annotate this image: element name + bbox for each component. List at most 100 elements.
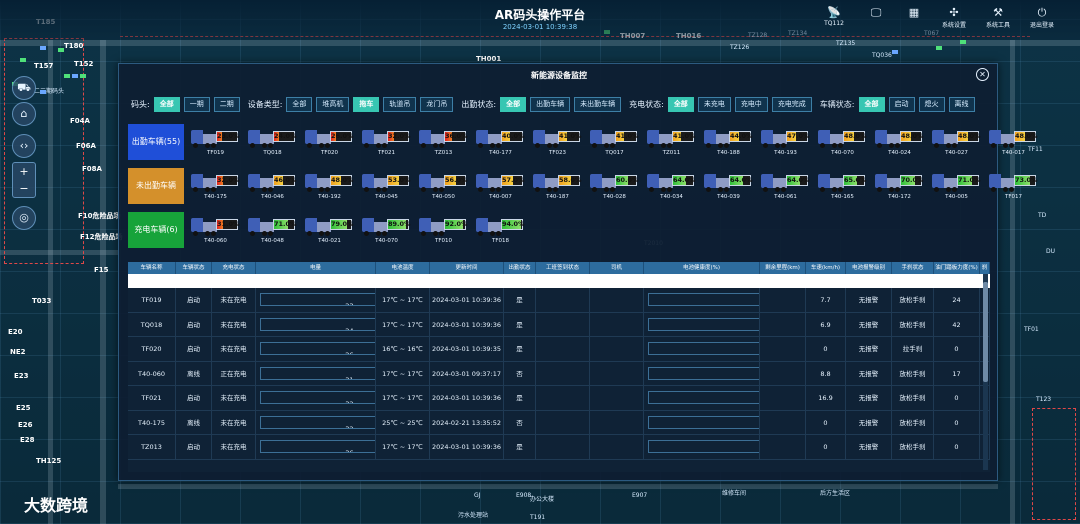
table-row[interactable]: TF021 启动 未在充电 32 17℃ ~ 17℃ 2024-03-01 10:39:3… — [128, 386, 990, 411]
filter-option-button[interactable]: 未充电 — [697, 96, 731, 112]
vehicle-group-button[interactable]: 未出勤车辆(39) — [128, 168, 184, 226]
column-header[interactable]: 车辆状态 — [176, 262, 212, 274]
vehicle-card[interactable]: 56.0% T40-050 — [419, 170, 468, 204]
vehicle-card[interactable]: 32.0% TF021 — [362, 126, 411, 160]
filter-option-button[interactable]: 全部 — [153, 96, 180, 112]
table-row[interactable]: TZ013 启动 未在充电 36 17℃ ~ 17℃ 2024-03-01 10:39:3… — [128, 435, 990, 460]
vehicle-card[interactable]: 64.0% T40-034 — [647, 170, 696, 204]
network-tool[interactable]: ✣ 系统设置 — [936, 6, 972, 29]
table-row[interactable]: T40-175 离线 未在充电 32 25℃ ~ 25℃ 2024-02-21 13:35… — [128, 410, 990, 435]
vehicle-card[interactable]: 70.0% T40-172 — [875, 170, 924, 204]
filter-option-button[interactable]: 龙门吊 — [420, 96, 454, 112]
monitor-tool[interactable]: 🖵 — [858, 6, 894, 20]
vehicle-card[interactable]: 41.0% TF023 — [533, 126, 582, 160]
column-header[interactable]: 油门踏板力度(%) — [934, 262, 980, 274]
table-scrollbar[interactable] — [983, 274, 988, 470]
column-header[interactable]: 车速(km/h) — [806, 262, 846, 274]
vehicle-card[interactable]: 79.0% T40-021 — [305, 214, 354, 248]
vehicle-card[interactable]: 24.0% TQ018 — [248, 126, 297, 160]
column-header[interactable]: 充电状态 — [212, 262, 256, 274]
column-header[interactable]: 刹 — [980, 262, 990, 274]
filter-option-button[interactable]: 全部 — [286, 96, 313, 112]
vehicle-card[interactable]: 48.0% T40-024 — [875, 126, 924, 160]
vehicle-card[interactable]: 65.0% T40-165 — [818, 170, 867, 204]
building-layer-icon[interactable]: ⌂ — [12, 102, 36, 126]
table-row[interactable]: T40-060 离线 正在充电 31 17℃ ~ 17℃ 2024-03-01 09:37… — [128, 361, 990, 386]
column-header[interactable]: 手刹状态 — [892, 262, 934, 274]
filter-option-button[interactable]: 熄火 — [918, 96, 945, 112]
vehicle-card[interactable]: 48.0% T40-027 — [932, 126, 981, 160]
column-header[interactable]: 车辆名称 — [128, 262, 176, 274]
vehicle-card[interactable]: 92.0% TF010 — [419, 214, 468, 248]
filter-option-button[interactable]: 堆高机 — [316, 96, 350, 112]
vehicle-card[interactable]: 23.0% TF019 — [191, 126, 240, 160]
vehicle-card[interactable]: 73.0% TF017 — [989, 170, 1038, 204]
filter-option-button[interactable]: 轨道吊 — [383, 96, 417, 112]
vehicle-card[interactable]: 71.0% T40-048 — [248, 214, 297, 248]
scrollbar-thumb[interactable] — [983, 282, 988, 382]
vehicle-card[interactable]: 57.0% T40-007 — [476, 170, 525, 204]
tools-tool[interactable]: ⚒ 系统工具 — [980, 6, 1016, 29]
close-icon[interactable]: ✕ — [976, 68, 989, 81]
zoom-out-button[interactable]: − — [13, 180, 35, 197]
map-vehicle-marker[interactable] — [40, 90, 46, 94]
satellite-tool[interactable]: 📡 TQ112 — [816, 6, 852, 27]
vehicle-card[interactable]: 36.0% TZ013 — [419, 126, 468, 160]
filter-option-button[interactable]: 充电完成 — [771, 96, 812, 112]
vehicle-card[interactable]: 48.0% T40-192 — [305, 170, 354, 204]
filter-option-button[interactable]: 拖车 — [353, 96, 380, 112]
vehicle-card[interactable]: 47.0% T40-193 — [761, 126, 810, 160]
column-header[interactable]: 出勤状态 — [504, 262, 536, 274]
vehicle-card[interactable]: 31.0% T40-060 — [191, 214, 240, 248]
vehicle-card[interactable]: 64.0% T40-061 — [761, 170, 810, 204]
column-header[interactable]: 电池报警级别 — [846, 262, 892, 274]
column-header[interactable]: 电池温度 — [376, 262, 430, 274]
vehicle-card[interactable]: 44.0% T40-188 — [704, 126, 753, 160]
column-header[interactable]: 剩余里程(km) — [760, 262, 806, 274]
vehicle-card[interactable]: 26.0% TF020 — [305, 126, 354, 160]
vehicle-card[interactable]: 40.0% T40-177 — [476, 126, 525, 160]
filter-option-button[interactable]: 出勤车辆 — [530, 96, 571, 112]
filter-option-button[interactable]: 充电中 — [734, 96, 768, 112]
truck-layer-icon[interactable]: ⛟ — [12, 76, 36, 100]
map-vehicle-marker[interactable] — [936, 46, 942, 50]
table-row[interactable]: TF020 启动 未在充电 26 16℃ ~ 16℃ 2024-03-01 10:39:3… — [128, 337, 990, 362]
vehicle-card[interactable]: 41.0% TQ017 — [590, 126, 639, 160]
map-vehicle-marker[interactable] — [960, 40, 966, 44]
map-vehicle-marker[interactable] — [64, 74, 70, 78]
vehicle-card[interactable]: 60.0% T40-028 — [590, 170, 639, 204]
filter-option-button[interactable]: 一期 — [183, 96, 210, 112]
table-row[interactable]: TF019 启动 未在充电 23 17℃ ~ 17℃ 2024-03-01 10:39:3… — [128, 288, 990, 313]
vehicle-card[interactable]: 71.0% T40-005 — [932, 170, 981, 204]
vehicle-card[interactable]: 58.0% T40-187 — [533, 170, 582, 204]
column-header[interactable]: 司机 — [590, 262, 644, 274]
pan-control[interactable]: ‹› — [12, 134, 36, 158]
filter-option-button[interactable]: 全部 — [500, 96, 527, 112]
vehicle-group-button[interactable]: 充电车辆(6) — [128, 212, 184, 248]
filter-option-button[interactable]: 全部 — [667, 96, 694, 112]
filter-option-button[interactable]: 启动 — [888, 96, 915, 112]
filter-option-button[interactable]: 二期 — [213, 96, 240, 112]
column-header[interactable]: 更新时间 — [430, 262, 504, 274]
vehicle-card[interactable]: 94.0% TF018 — [476, 214, 525, 248]
vehicle-card[interactable]: 41.0% TZ011 — [647, 126, 696, 160]
map-vehicle-marker[interactable] — [40, 46, 46, 50]
table-row[interactable]: TQ018 启动 未在充电 24 17℃ ~ 17℃ 2024-03-01 10:39:3… — [128, 312, 990, 337]
vehicle-card[interactable]: 46.0% T40-046 — [248, 170, 297, 204]
vehicle-group-button[interactable]: 出勤车辆(55) — [128, 124, 184, 160]
filter-option-button[interactable]: 离线 — [948, 96, 975, 112]
vehicle-card[interactable]: 48.0% T40-070 — [818, 126, 867, 160]
map-vehicle-marker[interactable] — [80, 74, 86, 78]
vehicle-card[interactable]: 48.0% T40-017 — [989, 126, 1038, 160]
vehicle-card[interactable]: 32.0% T40-175 — [191, 170, 240, 204]
filter-option-button[interactable]: 未出勤车辆 — [574, 96, 622, 112]
column-header[interactable]: 电量 — [256, 262, 376, 274]
column-header[interactable]: 工班签到状态 — [536, 262, 590, 274]
lightbulb-icon[interactable]: ◎ — [12, 206, 36, 230]
grid-tool[interactable]: ▦ — [896, 6, 932, 20]
power-tool[interactable]: ⏻ 退出登录 — [1024, 6, 1060, 29]
map-vehicle-marker[interactable] — [20, 58, 26, 62]
map-vehicle-marker[interactable] — [72, 74, 78, 78]
map-vehicle-marker[interactable] — [58, 48, 64, 52]
filter-option-button[interactable]: 全部 — [858, 96, 885, 112]
